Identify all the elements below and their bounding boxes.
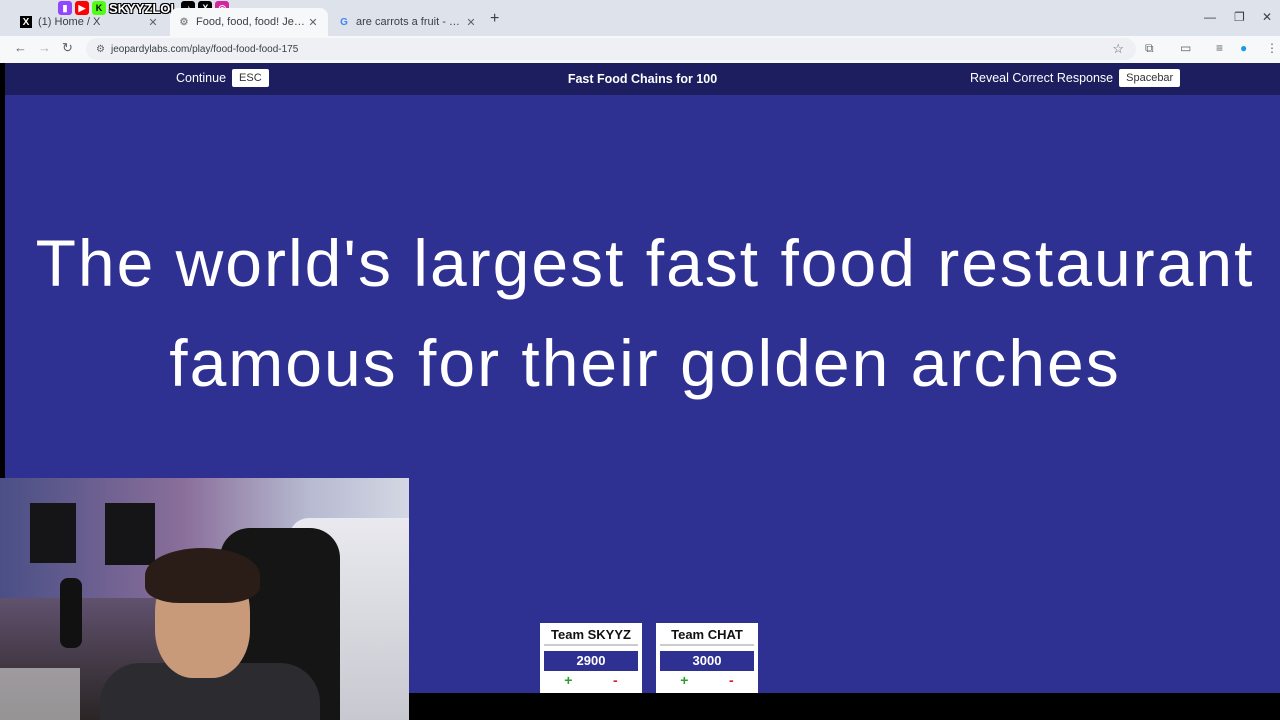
tab-x-home[interactable]: X (1) Home / X ✕ (12, 8, 168, 36)
close-icon[interactable]: ✕ (146, 16, 160, 29)
address-bar[interactable]: ⚙ jeopardylabs.com/play/food-food-food-1… (86, 38, 1136, 60)
subtract-points-button[interactable]: - (729, 672, 734, 688)
spacebar-key-badge[interactable]: Spacebar (1119, 69, 1181, 87)
browser-toolbar: ← → ↻ ⚙ jeopardylabs.com/play/food-food-… (0, 36, 1280, 63)
reload-icon[interactable]: ↻ (62, 40, 73, 56)
webcam-jersey (105, 503, 155, 565)
reveal-control[interactable]: Reveal Correct Response Spacebar (970, 69, 1181, 87)
clue-text: The world's largest fast food restaurant… (35, 226, 1255, 400)
site-info-icon[interactable]: ⚙ (96, 44, 105, 55)
browser-tabstrip: ▮ ▶ K SKYYZLOL ♪ X ◎ X (1) Home / X ✕ ⚙ … (0, 0, 1280, 36)
tab-jeopardy[interactable]: ⚙ Food, food, food! Jeopardy Template ✕ (170, 8, 328, 36)
subtract-points-button[interactable]: - (613, 672, 618, 688)
team-card: Team SKYYZ 2900 + - (540, 623, 642, 693)
clue-topbar: Continue ESC Fast Food Chains for 100 Re… (5, 63, 1280, 95)
back-icon[interactable]: ← (14, 40, 27, 55)
add-points-button[interactable]: + (680, 672, 688, 688)
close-icon[interactable]: ✕ (306, 16, 320, 29)
webcam-person-hair (145, 548, 260, 603)
bookmark-star-icon[interactable]: ☆ (1112, 41, 1124, 57)
tab-search-icon[interactable]: ▭ (1180, 41, 1191, 55)
bottom-letterbox (409, 693, 1280, 720)
x-logo-icon: X (20, 16, 32, 28)
extensions-icon[interactable]: ⧉ (1145, 41, 1154, 56)
menu-icon[interactable]: ⋮ (1266, 41, 1278, 55)
tab-google-search[interactable]: G are carrots a fruit - Google Search ✕ (330, 8, 486, 36)
tab-title: Food, food, food! Jeopardy Template (196, 16, 306, 28)
team-name: Team CHAT (660, 627, 754, 646)
new-tab-icon[interactable]: + (490, 10, 499, 28)
jeopardy-favicon-icon: ⚙ (179, 16, 189, 28)
webcam-jersey (30, 503, 76, 563)
forward-icon[interactable]: → (38, 40, 51, 55)
webcam-overlay (0, 478, 409, 720)
url-text: jeopardylabs.com/play/food-food-food-175 (110, 43, 299, 55)
screen: ▮ ▶ K SKYYZLOL ♪ X ◎ X (1) Home / X ✕ ⚙ … (0, 0, 1280, 720)
team-score: 3000 (660, 651, 754, 671)
minimize-icon[interactable]: — (1204, 10, 1216, 24)
team-score: 2900 (544, 651, 638, 671)
team-card: Team CHAT 3000 + - (656, 623, 758, 693)
team-name: Team SKYYZ (544, 627, 638, 646)
reveal-label: Reveal Correct Response (970, 71, 1114, 85)
tab-title: (1) Home / X (38, 16, 101, 28)
profile-icon[interactable]: ● (1240, 41, 1247, 55)
window-close-icon[interactable]: ✕ (1262, 10, 1272, 24)
close-icon[interactable]: ✕ (464, 16, 478, 29)
google-icon: G (340, 16, 348, 28)
restore-icon[interactable]: ❐ (1234, 10, 1245, 24)
webcam-microphone (60, 578, 82, 648)
webcam-shoes (0, 668, 80, 720)
scoreboard: Team SKYYZ 2900 + - Team CHAT 3000 + - (540, 623, 758, 693)
tab-title: are carrots a fruit - Google Search (356, 16, 464, 28)
add-points-button[interactable]: + (564, 672, 572, 688)
media-icon[interactable]: ≡ (1216, 41, 1223, 55)
